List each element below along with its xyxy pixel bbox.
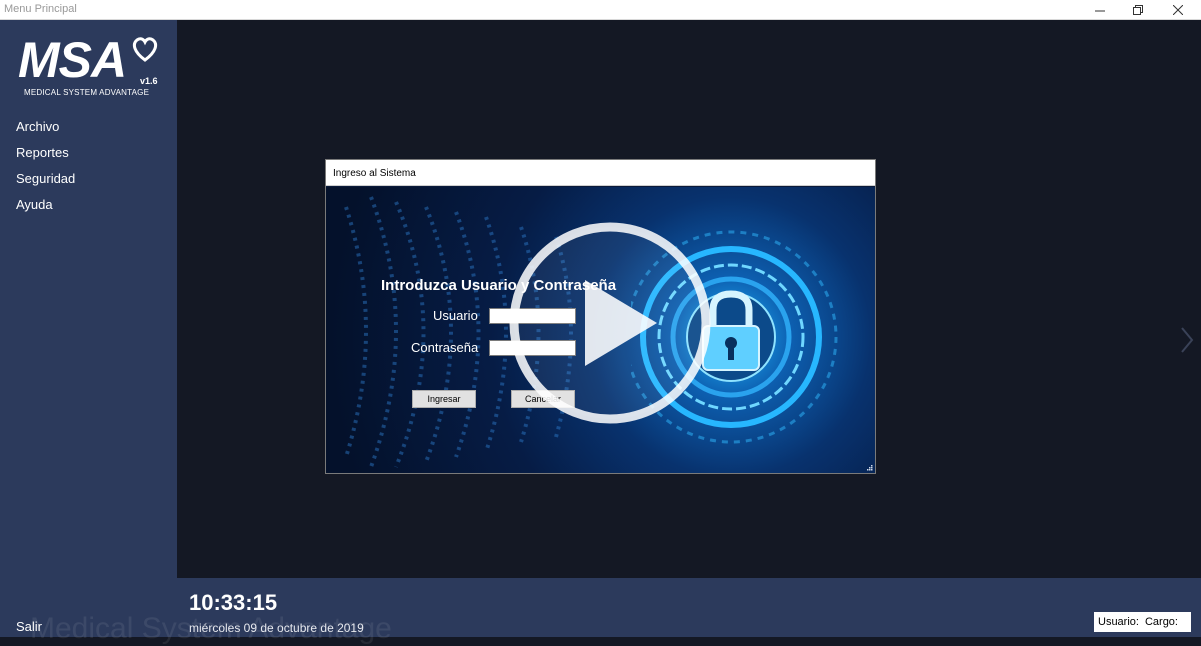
play-icon[interactable]: [505, 218, 715, 428]
logo-text: MSA: [18, 32, 127, 88]
dialog-title: Ingreso al Sistema: [326, 160, 875, 186]
user-label: Usuario:: [1098, 616, 1139, 628]
username-label: Usuario: [433, 308, 478, 323]
minimize-button[interactable]: [1082, 0, 1118, 20]
logo-subtitle: MEDICAL SYSTEM ADVANTAGE: [24, 88, 150, 97]
watermark-text: Medical System Advantage: [30, 612, 392, 645]
role-label: Cargo:: [1144, 616, 1178, 628]
login-button[interactable]: Ingresar: [412, 390, 476, 408]
heart-logo-icon: [132, 37, 158, 62]
sidebar: MSA v1.6 MEDICAL SYSTEM ADVANTAGE Archiv…: [0, 20, 177, 637]
app-logo: MSA v1.6 MEDICAL SYSTEM ADVANTAGE: [18, 32, 163, 112]
password-label: Contraseña: [411, 340, 479, 355]
sidebar-item-seguridad[interactable]: Seguridad: [0, 166, 177, 192]
window-title: Menu Principal: [4, 3, 77, 15]
sidebar-item-reportes[interactable]: Reportes: [0, 140, 177, 166]
close-icon: [1173, 5, 1183, 15]
sidebar-item-archivo[interactable]: Archivo: [0, 114, 177, 140]
user-info-box: Usuario: Cargo:: [1094, 612, 1191, 632]
minimize-icon: [1095, 10, 1105, 12]
logo-version: v1.6: [140, 76, 158, 86]
resize-grip-icon[interactable]: [865, 463, 873, 471]
window-titlebar: Menu Principal: [0, 0, 1201, 20]
restore-button[interactable]: [1120, 0, 1156, 20]
sidebar-menu: Archivo Reportes Seguridad Ayuda: [0, 114, 177, 218]
close-button[interactable]: [1160, 0, 1196, 20]
sidebar-item-ayuda[interactable]: Ayuda: [0, 192, 177, 218]
chevron-right-icon[interactable]: [1177, 320, 1197, 360]
restore-icon: [1133, 5, 1143, 15]
